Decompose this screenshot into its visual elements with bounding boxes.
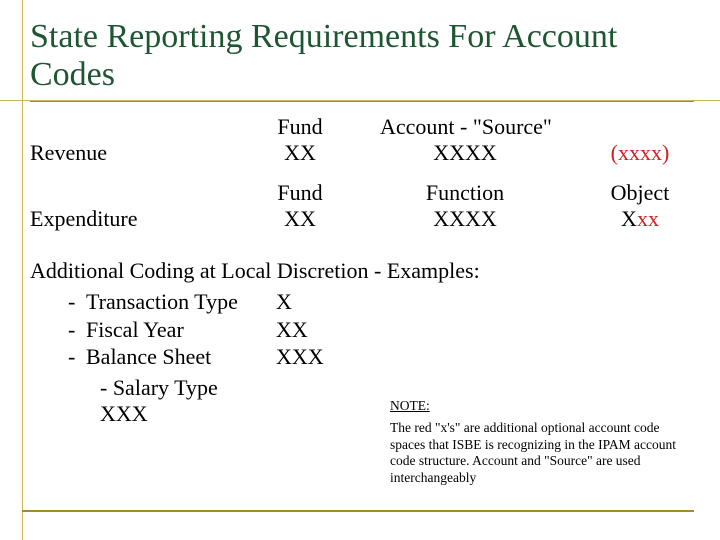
addl-label: Fiscal Year [86,316,276,344]
revenue-fund-value: XX [230,140,370,166]
addl-value: XXX [276,343,356,371]
dash-icon: - [68,288,86,316]
expenditure-label: Expenditure [30,206,230,232]
list-item: - Balance Sheet XXX [68,343,694,371]
exp-fund-header: Fund [230,180,370,206]
exp-object-header: Object [560,180,720,206]
note-heading: NOTE: [390,398,690,414]
exp-function-value: XXXX [370,206,560,232]
additional-list: - Transaction Type X - Fiscal Year XX - … [68,288,694,371]
revenue-fund-header: Fund [230,114,370,140]
exp-fund-value: XX [230,206,370,232]
exp-object-suffix: xx [637,206,659,231]
expenditure-values: Expenditure XX XXXX Xxx [30,206,694,232]
list-item: - Transaction Type X [68,288,694,316]
revenue-account-value: XXXX [370,140,560,166]
addl-value: XX [276,316,356,344]
note-body: The red "x's" are additional optional ac… [390,420,690,486]
salary-type-label: - Salary Type [100,375,694,401]
expenditure-headers: Fund Function Object [30,180,694,206]
dash-icon: - [68,343,86,371]
vertical-rule [22,0,23,540]
thin-top-rule [0,100,720,101]
page-title: State Reporting Requirements For Account… [30,18,694,94]
revenue-account-header: Account - "Source" [370,114,720,140]
revenue-optional-value: (xxxx) [560,140,720,166]
bottom-rule [22,510,694,512]
additional-heading: Additional Coding at Local Discretion - … [30,258,694,284]
dash-icon: - [68,316,86,344]
exp-object-prefix: X [621,206,637,231]
revenue-headers: Fund Account - "Source" [30,114,694,140]
revenue-values: Revenue XX XXXX (xxxx) [30,140,694,166]
addl-label: Transaction Type [86,288,276,316]
revenue-label: Revenue [30,140,230,166]
list-item: - Fiscal Year XX [68,316,694,344]
note-box: NOTE: The red "x's" are additional optio… [390,398,690,486]
exp-object-value: Xxx [560,206,720,232]
addl-label: Balance Sheet [86,343,276,371]
exp-function-header: Function [370,180,560,206]
addl-value: X [276,288,356,316]
